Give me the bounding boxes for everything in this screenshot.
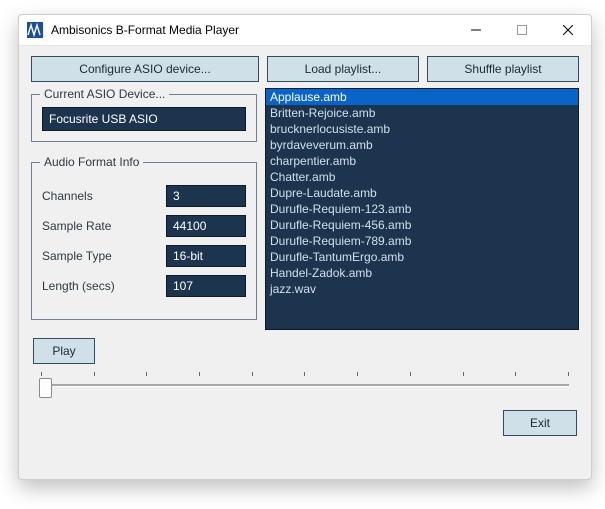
sample-type-label: Sample Type — [42, 249, 166, 263]
playlist-item[interactable]: byrdaveverum.amb — [266, 137, 578, 153]
close-button[interactable] — [545, 15, 591, 45]
window-title: Ambisonics B-Format Media Player — [51, 23, 239, 37]
titlebar: Ambisonics B-Format Media Player — [19, 15, 591, 46]
app-icon — [27, 22, 43, 38]
current-device-legend: Current ASIO Device... — [40, 87, 169, 101]
load-playlist-button[interactable]: Load playlist... — [267, 56, 419, 82]
playlist-box[interactable]: Applause.ambBritten-Rejoice.ambbrucknerl… — [265, 88, 579, 330]
playlist-item[interactable]: charpentier.amb — [266, 153, 578, 169]
playlist-item[interactable]: Applause.amb — [266, 89, 578, 105]
current-device-group: Current ASIO Device... Focusrite USB ASI… — [31, 94, 257, 142]
configure-asio-button[interactable]: Configure ASIO device... — [31, 56, 259, 82]
playlist-item[interactable]: brucknerlocusiste.amb — [266, 121, 578, 137]
exit-button[interactable]: Exit — [503, 410, 577, 436]
sample-rate-label: Sample Rate — [42, 219, 166, 233]
audio-format-legend: Audio Format Info — [40, 155, 143, 169]
playlist-item[interactable]: Durufle-TantumErgo.amb — [266, 249, 578, 265]
slider-thumb[interactable] — [39, 378, 52, 398]
audio-format-group: Audio Format Info Channels 3 Sample Rate… — [31, 162, 257, 320]
playlist-item[interactable]: Britten-Rejoice.amb — [266, 105, 578, 121]
playlist-item[interactable]: Handel-Zadok.amb — [266, 265, 578, 281]
minimize-button[interactable] — [453, 15, 499, 45]
app-window: Ambisonics B-Format Media Player Configu… — [18, 14, 592, 480]
length-value: 107 — [166, 275, 246, 297]
current-device-value: Focusrite USB ASIO — [42, 107, 246, 131]
shuffle-playlist-button[interactable]: Shuffle playlist — [427, 56, 579, 82]
sample-type-value: 16-bit — [166, 245, 246, 267]
playlist-item[interactable]: Durufle-Requiem-789.amb — [266, 233, 578, 249]
playlist-item[interactable]: Durufle-Requiem-456.amb — [266, 217, 578, 233]
playlist-item[interactable]: jazz.wav — [266, 281, 578, 297]
playlist-item[interactable]: Dupre-Laudate.amb — [266, 185, 578, 201]
length-label: Length (secs) — [42, 279, 166, 293]
sample-rate-value: 44100 — [166, 215, 246, 237]
position-slider[interactable] — [35, 372, 575, 394]
playlist-item[interactable]: Durufle-Requiem-123.amb — [266, 201, 578, 217]
channels-value: 3 — [166, 185, 246, 207]
channels-label: Channels — [42, 189, 166, 203]
client-area: Configure ASIO device... Load playlist..… — [19, 46, 591, 479]
play-button[interactable]: Play — [33, 338, 95, 364]
maximize-button[interactable] — [499, 15, 545, 45]
playlist-item[interactable]: Chatter.amb — [266, 169, 578, 185]
